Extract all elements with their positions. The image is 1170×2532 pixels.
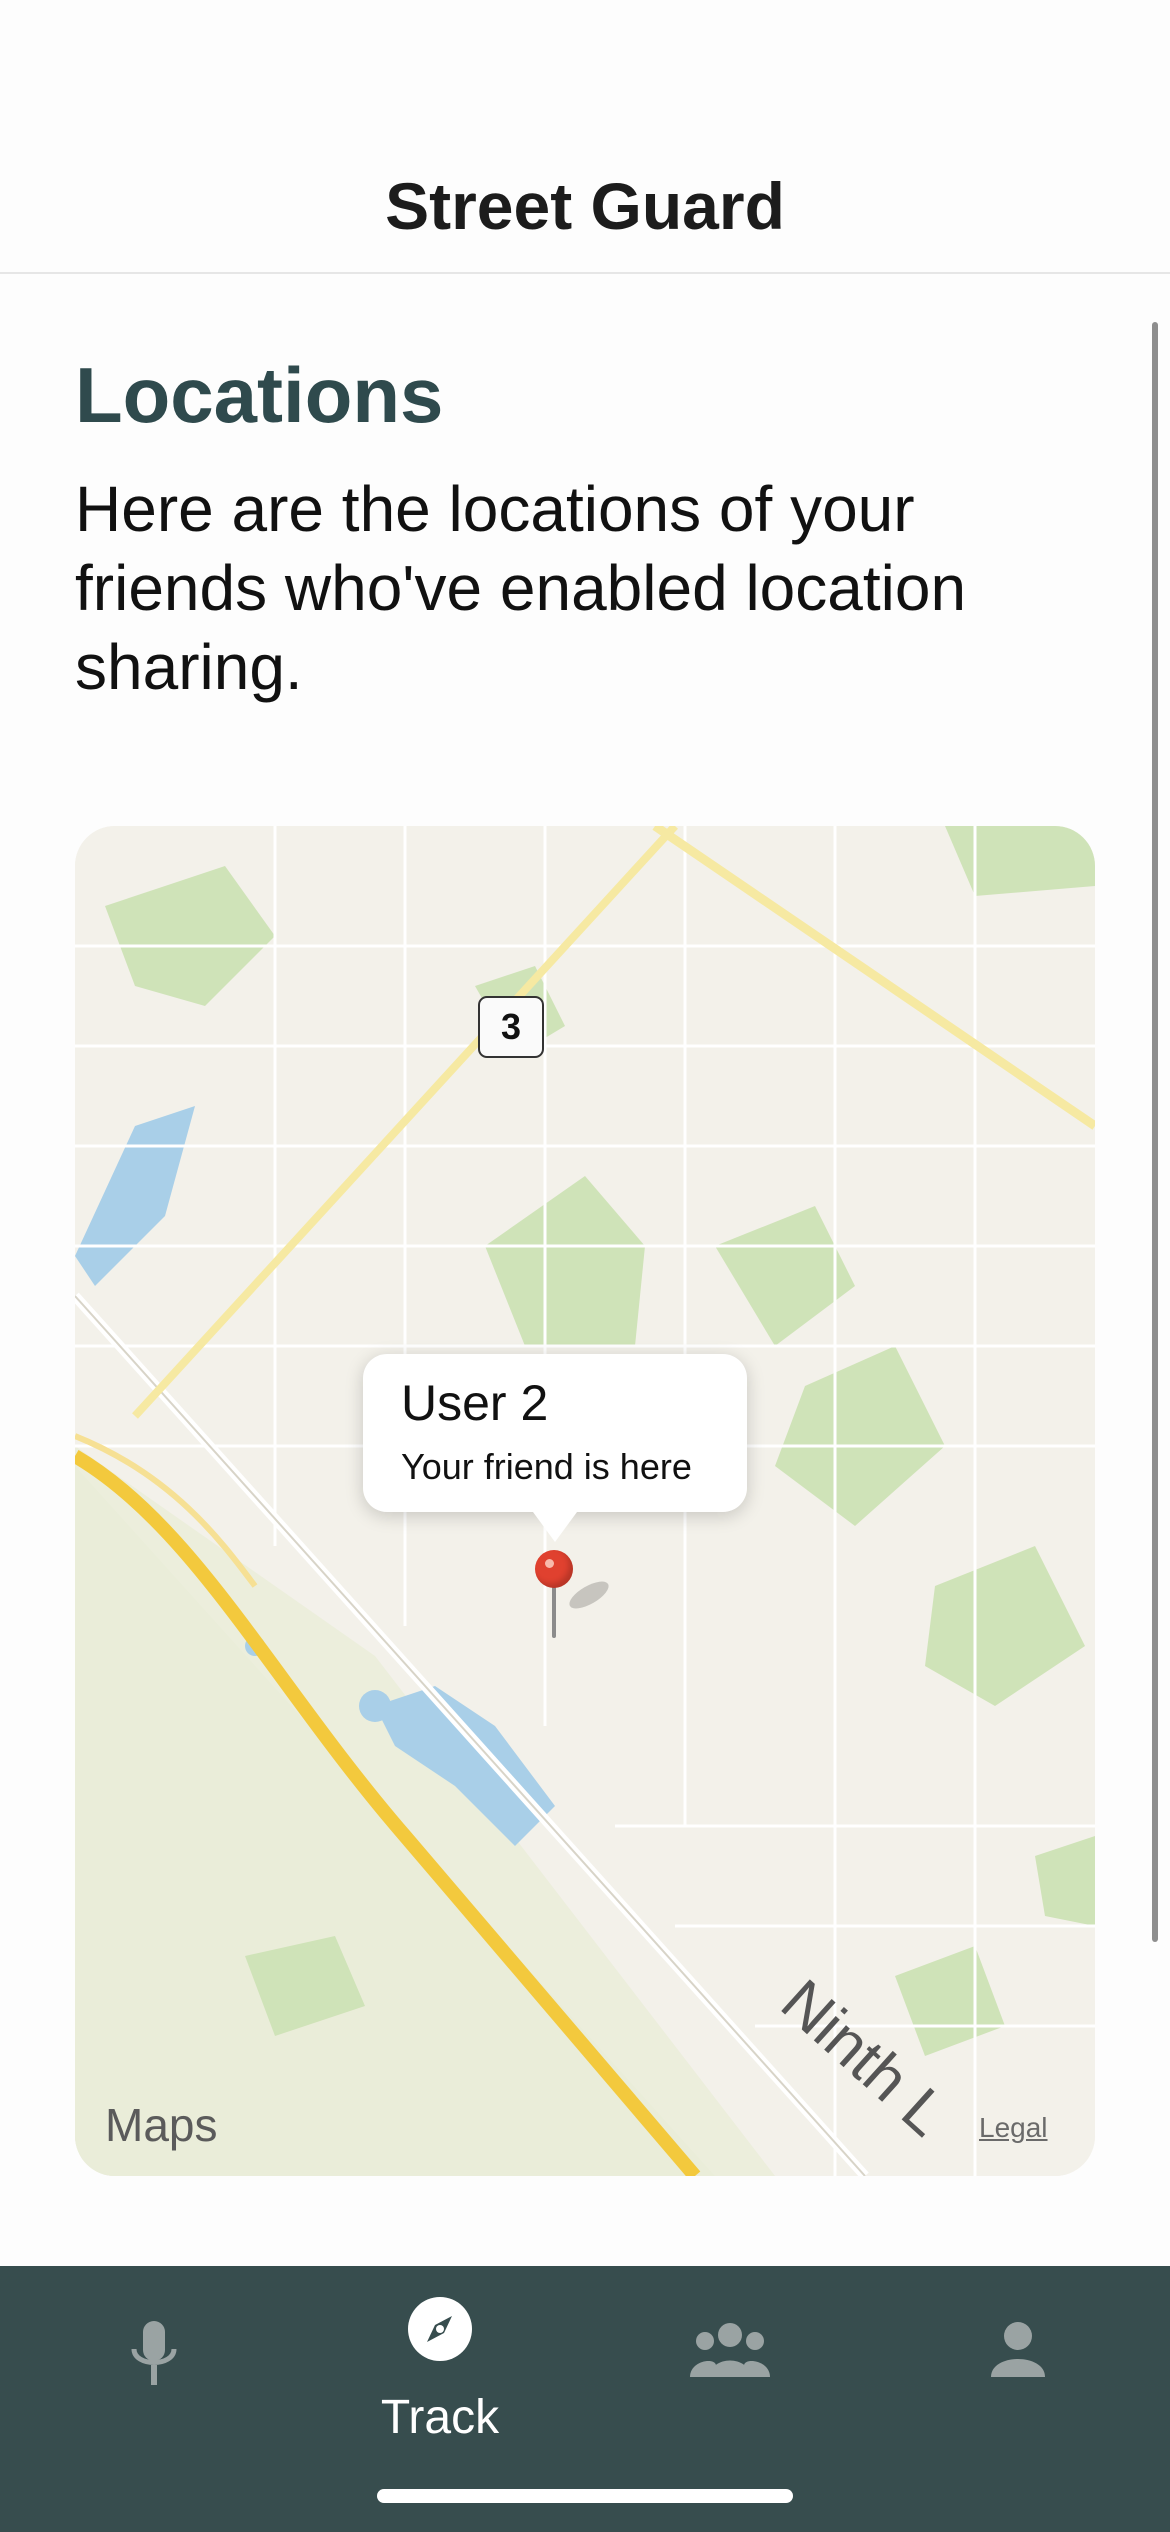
location-pin-icon[interactable] (535, 1550, 573, 1588)
home-indicator (377, 2489, 793, 2503)
app-title: Street Guard (385, 169, 785, 243)
app-header: Street Guard (0, 0, 1170, 274)
tab-track[interactable]: Track (294, 2266, 586, 2466)
compass-icon (408, 2297, 472, 2361)
pin-highlight (545, 1559, 554, 1568)
map-view[interactable]: 3 User 2 Your friend is here Ninth L Map… (75, 826, 1095, 2176)
maps-logo: Maps (105, 2098, 217, 2152)
route-badge: 3 (478, 996, 544, 1058)
location-callout[interactable]: User 2 Your friend is here (363, 1354, 747, 1542)
legal-link[interactable]: Legal (979, 2112, 1048, 2144)
callout-subtitle: Your friend is here (401, 1446, 692, 1487)
page-description: Here are the locations of your friends w… (75, 473, 967, 703)
group-icon (690, 2323, 770, 2377)
tab-record[interactable] (8, 2266, 300, 2466)
tab-profile[interactable] (872, 2266, 1164, 2466)
callout-title: User 2 (401, 1375, 549, 1431)
tab-bar: Track (0, 2266, 1170, 2532)
pin-stick (552, 1586, 556, 1638)
page-title: Locations (75, 351, 444, 439)
maps-logo-text: Maps (105, 2099, 218, 2151)
tab-friends[interactable] (584, 2266, 876, 2466)
scrollbar[interactable] (1152, 322, 1158, 1942)
microphone-icon (131, 2321, 177, 2385)
person-icon (991, 2322, 1045, 2377)
tab-track-label: Track (380, 2391, 500, 2444)
